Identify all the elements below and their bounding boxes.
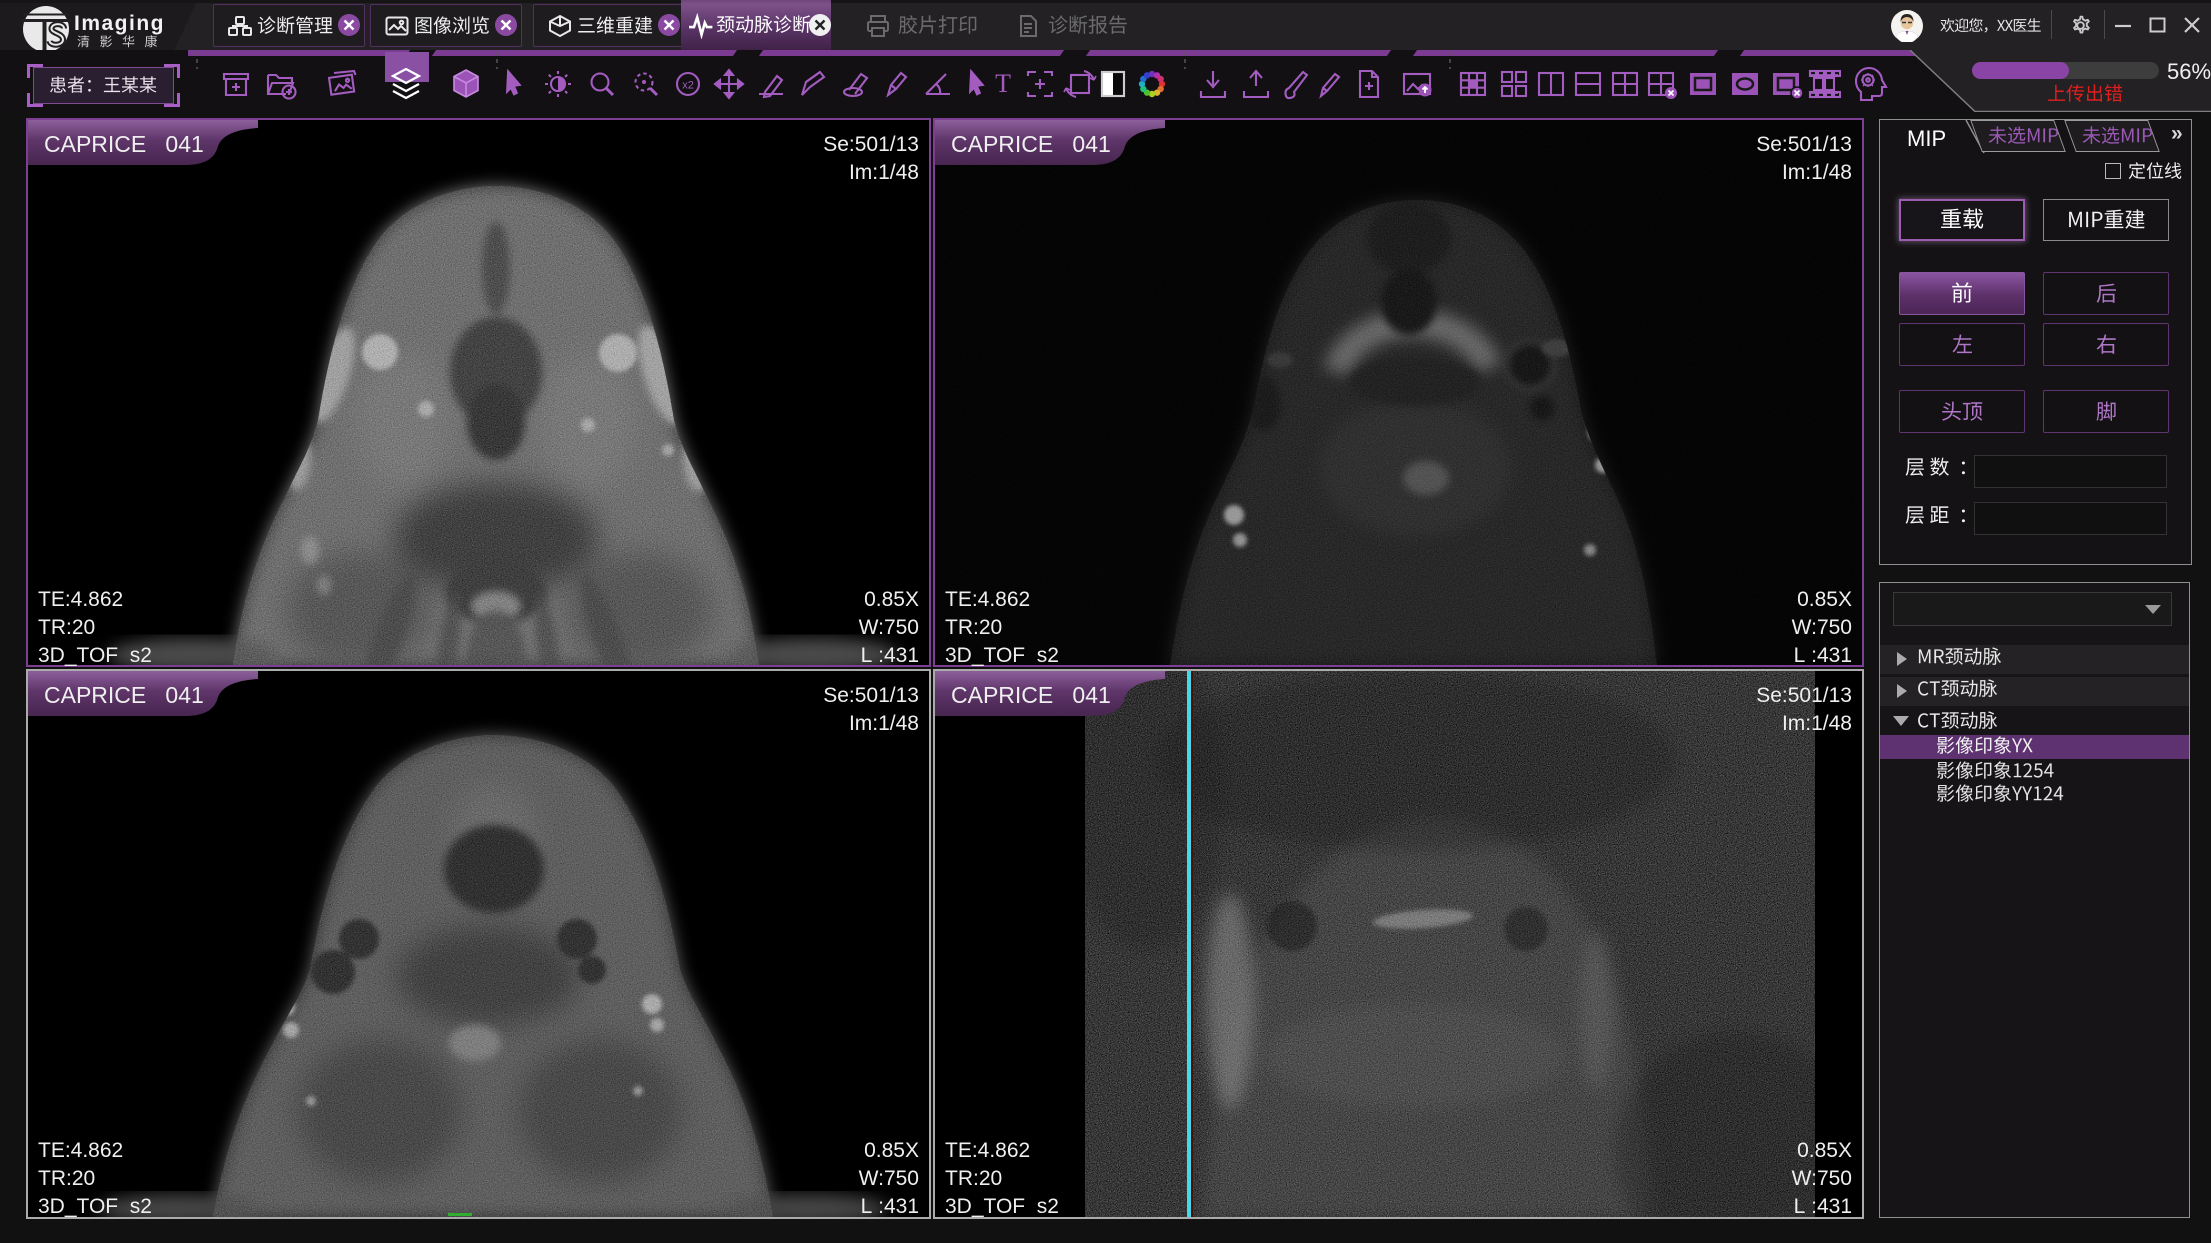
svg-text:T: T (995, 69, 1011, 98)
svg-text:x2: x2 (682, 80, 694, 92)
